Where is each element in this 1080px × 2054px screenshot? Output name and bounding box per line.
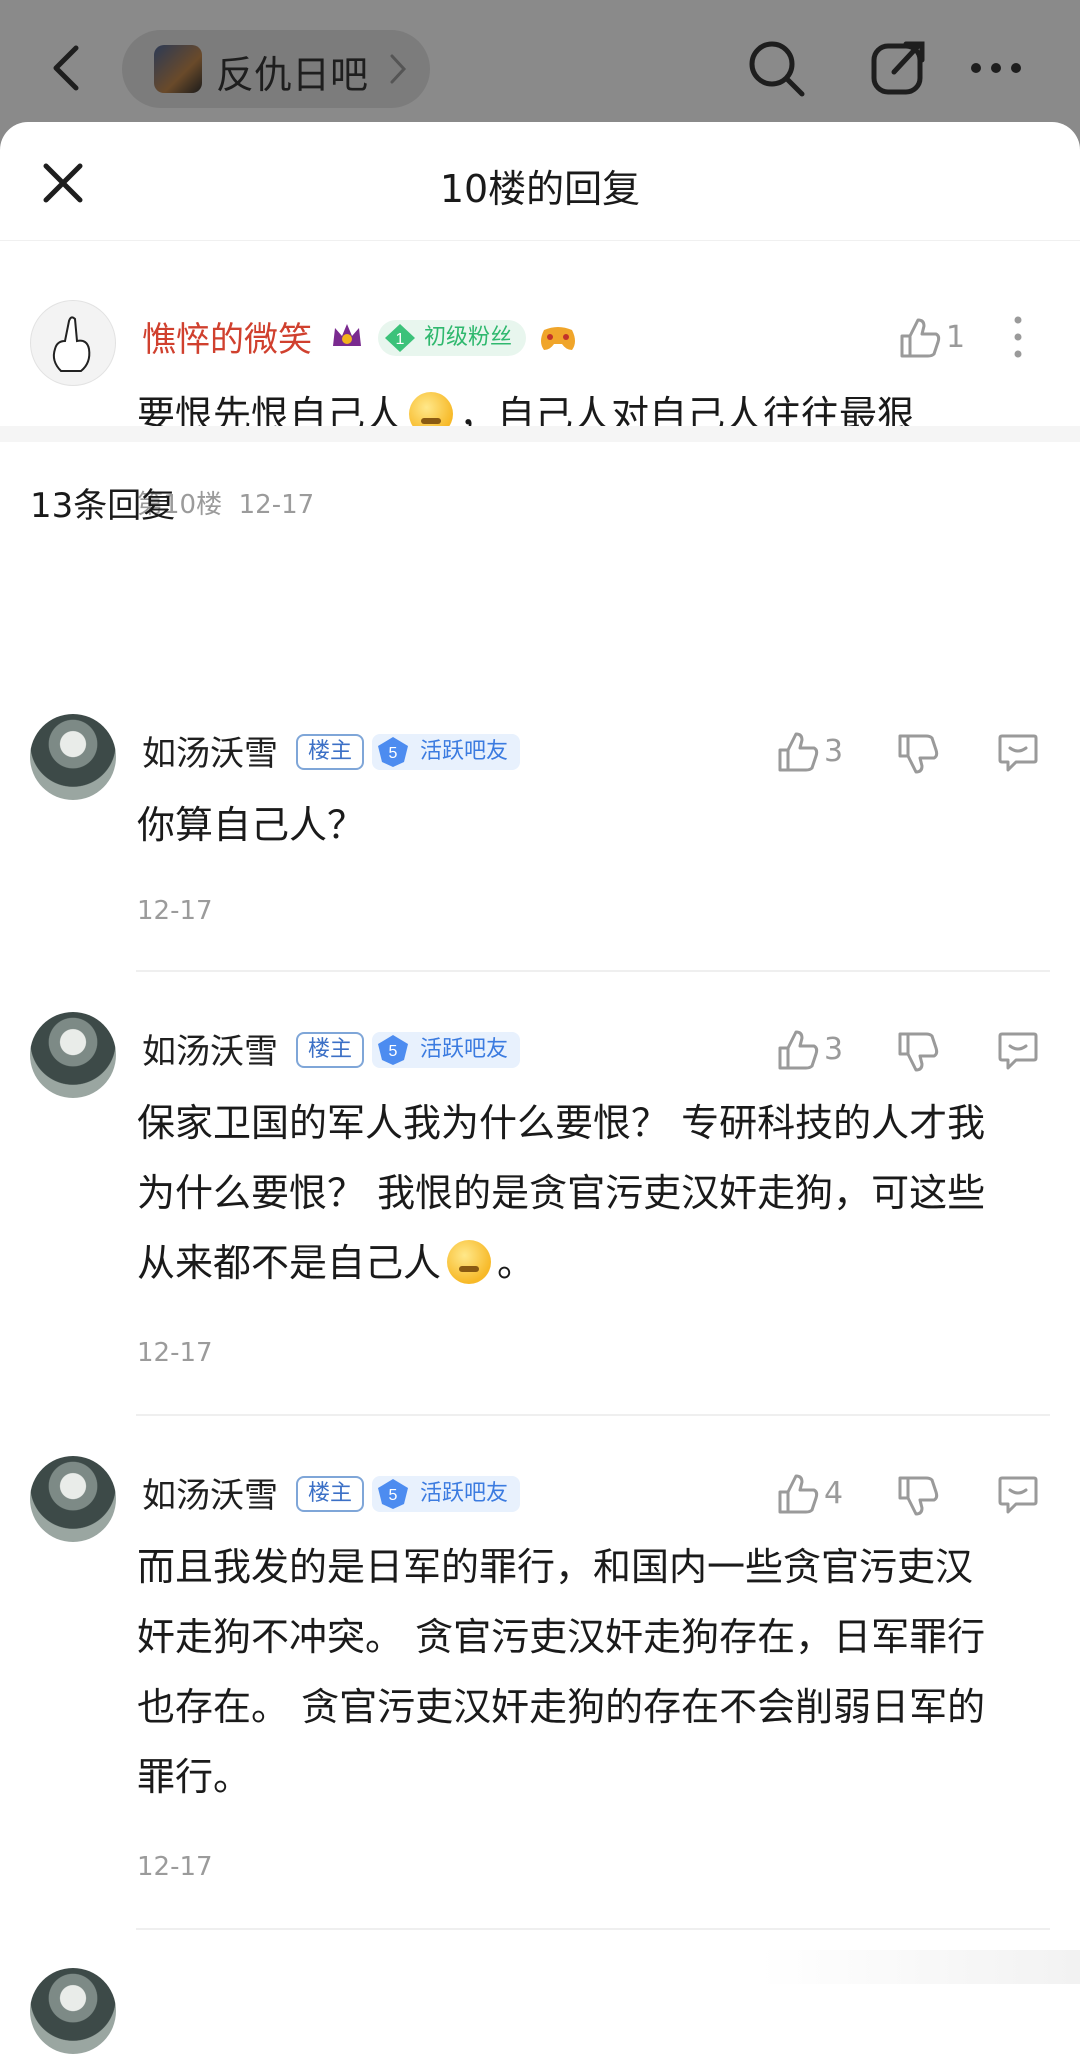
level-label: 活跃吧友 (420, 739, 509, 764)
avatar[interactable] (30, 300, 116, 386)
divider (136, 1414, 1050, 1416)
like-count: 3 (824, 1032, 844, 1067)
forum-pill[interactable]: 反仇日吧 (122, 30, 430, 108)
reply-count: 13条回复 (30, 486, 176, 526)
fan-badge-label: 初级粉丝 (424, 325, 513, 350)
reply-text: 而且我发的是日军的罪行，和国内一些贪官污吏汉 奸走狗不冲突。 贪官污吏汉奸走狗存… (137, 1532, 1057, 1812)
more-vertical-icon[interactable] (1012, 314, 1024, 360)
level-tag: 5 活跃吧友 (372, 1032, 521, 1068)
like-count: 3 (824, 734, 844, 769)
chevron-right-icon (390, 54, 407, 84)
reply-bubble-icon[interactable] (996, 1028, 1040, 1072)
fan-badge: 1 初级粉丝 (378, 320, 527, 356)
watermark-area (760, 1950, 1080, 1984)
more-icon[interactable] (964, 36, 1028, 100)
like-button[interactable]: 3 (776, 730, 856, 774)
reply-bubble-icon[interactable] (996, 1472, 1040, 1516)
avatar[interactable] (30, 1012, 116, 1098)
level-tag: 5 活跃吧友 (372, 734, 521, 770)
thumb-up-icon (778, 1030, 819, 1070)
reply-text: 保家卫国的军人我为什么要恨？ 专研科技的人才我 为什么要恨？ 我恨的是贪官污吏汉… (137, 1088, 1057, 1298)
thumb-down-icon[interactable] (896, 1030, 940, 1074)
forum-name: 反仇日吧 (216, 53, 369, 97)
thumb-up-icon (778, 732, 819, 772)
post-date: 12-17 (238, 490, 315, 520)
like-count: 1 (946, 320, 966, 355)
level-tag: 5 活跃吧友 (372, 1476, 521, 1512)
level-shield-icon: 5 (378, 1479, 408, 1509)
avatar[interactable] (30, 1456, 116, 1542)
section-divider (0, 426, 1080, 442)
reply-line: 奸走狗不冲突。 贪官污吏汉奸走狗存在，日军罪行 (137, 1615, 986, 1659)
reply-line: 保家卫国的军人我为什么要恨？ 专研科技的人才我 (137, 1101, 986, 1145)
covering-mouth-emoji (447, 1240, 492, 1284)
level-shield-icon: 5 (378, 1035, 408, 1065)
search-icon[interactable] (744, 36, 808, 100)
level-label: 活跃吧友 (420, 1481, 509, 1506)
like-button[interactable]: 1 (898, 316, 978, 360)
crown-icon (333, 324, 361, 346)
divider (136, 1928, 1050, 1930)
reply-sheet: 10楼的回复 憔悴的微笑 1 初级粉丝 1 要恨先恨自己人 ，自己人对自己人往往… (0, 122, 1080, 2054)
level-label: 活跃吧友 (420, 1037, 509, 1062)
reply-bubble-icon[interactable] (996, 730, 1040, 774)
level-number: 5 (389, 745, 398, 762)
owner-tag: 楼主 (296, 734, 365, 770)
reply-line: 为什么要恨？ 我恨的是贪官污吏汉奸走狗，可这些 (137, 1171, 986, 1215)
divider (136, 970, 1050, 972)
back-icon[interactable] (40, 40, 96, 96)
share-icon[interactable] (866, 36, 930, 100)
username[interactable]: 如汤沃雪 (142, 726, 278, 775)
thumb-down-icon[interactable] (896, 1474, 940, 1518)
username[interactable]: 如汤沃雪 (142, 1024, 278, 1073)
thumb-up-icon (900, 318, 941, 358)
like-button[interactable]: 3 (776, 1028, 856, 1072)
level-number: 5 (389, 1487, 398, 1504)
owner-tag: 楼主 (296, 1032, 365, 1068)
reply-line-suffix: 。 (497, 1241, 536, 1285)
like-button[interactable]: 4 (776, 1472, 856, 1516)
level-shield-icon: 5 (378, 737, 408, 767)
forum-avatar (154, 45, 202, 93)
reply-date: 12-17 (137, 1852, 213, 1882)
username[interactable]: 如汤沃雪 (142, 1468, 278, 1517)
sheet-header: 10楼的回复 (0, 122, 1080, 241)
thumb-down-icon[interactable] (896, 732, 940, 776)
avatar[interactable] (30, 714, 116, 800)
owner-tag: 楼主 (296, 1476, 365, 1512)
level-number: 5 (389, 1043, 398, 1060)
fan-level-number: 1 (396, 331, 405, 348)
username[interactable]: 憔悴的微笑 (142, 312, 312, 361)
gamepad-icon (541, 327, 575, 350)
reply-text: 你算自己人？ (137, 803, 366, 847)
like-count: 4 (824, 1476, 844, 1511)
avatar[interactable] (30, 1968, 116, 2054)
thumb-up-icon (778, 1474, 819, 1514)
reply-line-last: 从来都不是自己人 。 (137, 1228, 1057, 1298)
gem-icon: 1 (385, 324, 415, 352)
reply-line: 而且我发的是日军的罪行，和国内一些贪官污吏汉 (137, 1545, 974, 1589)
reply-date: 12-17 (137, 1338, 213, 1368)
reply-line: 也存在。 贪官污吏汉奸走狗的存在不会削弱日军的 (137, 1685, 986, 1729)
reply-date: 12-17 (137, 896, 213, 926)
hand-avatar-icon (52, 316, 91, 372)
reply-line: 罪行。 (137, 1755, 252, 1799)
reply-line: 从来都不是自己人 (137, 1241, 442, 1285)
sheet-title: 10楼的回复 (439, 167, 641, 211)
